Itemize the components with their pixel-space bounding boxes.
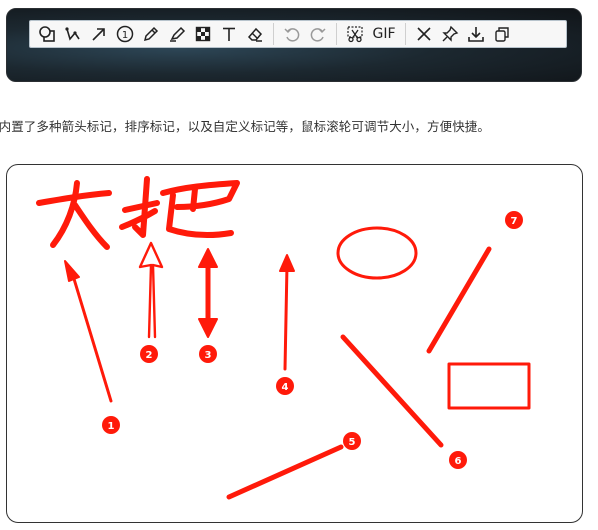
arrow-4 [283,263,289,371]
arrow-4-head [279,254,295,272]
line-5 [226,444,344,500]
highlighter-tool-button[interactable] [164,21,190,47]
cut-button[interactable] [342,21,368,47]
marker-6-label: 6 [455,456,462,467]
shape-tool-button[interactable] [34,21,60,47]
marker-2-label: 2 [146,350,153,361]
feature-description-text: 件内置了多种箭头标记，排序标记，以及自定义标记等，鼠标滚轮可调节大小，方便快捷。 [0,119,491,134]
marker-2: 2 [140,345,158,363]
toolbar-divider [405,23,406,45]
arrow-1-head [64,260,80,282]
close-icon [417,27,431,41]
copy-button[interactable] [489,21,515,47]
pin-icon [442,25,459,42]
arrow-3-head-bottom [198,318,218,338]
number-marker-label: 1 [122,30,128,41]
arrow-tool-button[interactable] [86,21,112,47]
line-6 [340,334,444,448]
arrow-3-head-top [198,248,218,268]
marker-1-label: 1 [108,421,115,432]
number-markers: 1 2 3 4 5 6 7 [102,211,523,469]
arrow-2 [138,241,164,339]
download-icon [468,27,484,42]
rectangle-shape [447,362,531,410]
mosaic-tool-button[interactable] [190,21,216,47]
copy-icon [495,27,509,42]
line-7 [426,246,492,354]
marker-3: 3 [199,345,217,363]
marker-1: 1 [102,416,120,434]
arrow-icon [92,28,105,41]
redo-button[interactable] [305,21,331,47]
ellipse-shape [336,226,418,280]
feature-description: 件内置了多种箭头标记，排序标记，以及自定义标记等，鼠标滚轮可调节大小，方便快捷。 [0,116,598,135]
handwriting-strokes [36,176,240,250]
polyline-tool-button[interactable] [60,21,86,47]
marker-4: 4 [276,377,294,395]
annotation-toolbar: 1 GIF [29,20,567,48]
mosaic-icon [195,26,211,42]
marker-5: 5 [343,432,361,450]
marker-3-label: 3 [205,350,212,361]
pin-button[interactable] [437,21,463,47]
pencil-icon [143,26,159,42]
cut-icon [347,26,363,43]
eraser-tool-button[interactable] [242,21,268,47]
toolbar-divider [336,23,337,45]
arrow-1 [69,267,113,403]
marker-4-label: 4 [282,382,289,393]
gif-button[interactable]: GIF [368,21,400,47]
polyline-icon [65,27,80,41]
close-button[interactable] [411,21,437,47]
pencil-tool-button[interactable] [138,21,164,47]
eraser-icon [247,27,263,42]
number-marker-tool-button[interactable]: 1 [112,21,138,47]
redo-icon [310,28,326,42]
annotation-drawing: 1 2 3 4 5 6 7 [36,176,531,500]
screenshot-preview-panel: 1 GIF [6,8,582,82]
text-tool-button[interactable] [216,21,242,47]
toolbar-divider [273,23,274,45]
annotation-canvas[interactable]: 1 2 3 4 5 6 7 [6,164,583,523]
highlighter-icon [170,26,186,42]
text-icon [223,27,235,41]
number-marker-icon: 1 [116,25,134,43]
shape-icon [39,26,55,42]
marker-7: 7 [505,211,523,229]
undo-button[interactable] [279,21,305,47]
undo-icon [284,28,300,42]
marker-6: 6 [449,451,467,469]
marker-7-label: 7 [511,216,518,227]
download-button[interactable] [463,21,489,47]
marker-5-label: 5 [349,437,356,448]
